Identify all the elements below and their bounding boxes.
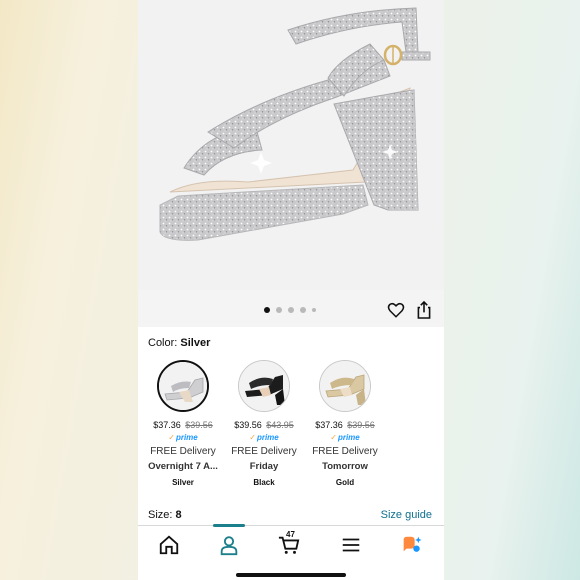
menu-icon[interactable]	[340, 534, 362, 556]
pagination-dot[interactable]	[288, 307, 294, 313]
pagination-dot[interactable]	[312, 308, 316, 312]
price: $37.36	[315, 420, 343, 430]
prime-badge: ✓prime	[249, 433, 279, 442]
prime-badge: ✓prime	[330, 433, 360, 442]
variant-thumbnail[interactable]	[319, 360, 371, 412]
rufus-assistant-icon[interactable]	[400, 534, 422, 556]
home-icon[interactable]	[158, 534, 180, 556]
selected-size: 8	[175, 509, 182, 521]
phone-screen: Color: Silver $37.36 $39.56 ✓prime FREE …	[138, 0, 444, 580]
variant-silver[interactable]: $37.36 $39.56 ✓prime FREE Delivery Overn…	[143, 360, 223, 487]
size-guide-link[interactable]: Size guide	[381, 509, 432, 521]
product-image[interactable]	[138, 0, 444, 290]
selected-color: Silver	[180, 337, 211, 349]
delivery-day: Overnight 7 A...	[148, 461, 218, 472]
delivery-day: Tomorrow	[322, 461, 368, 472]
delivery-text: FREE Delivery	[231, 446, 297, 457]
delivery-day: Friday	[249, 461, 279, 472]
delivery-text: FREE Delivery	[312, 446, 378, 457]
variant-name: Silver	[172, 478, 194, 487]
list-price: $39.56	[185, 420, 213, 430]
cart-button[interactable]: 47	[278, 530, 300, 556]
prime-label: prime	[256, 433, 279, 442]
bottom-nav: 47	[138, 524, 444, 580]
variant-gold[interactable]: $37.36 $39.56 ✓prime FREE Delivery Tomor…	[305, 360, 385, 487]
prime-badge: ✓prime	[168, 433, 198, 442]
pagination-dot[interactable]	[300, 307, 306, 313]
pagination-dot[interactable]	[264, 307, 270, 313]
cart-count: 47	[286, 530, 295, 539]
delivery-text: FREE Delivery	[150, 446, 216, 457]
heart-icon[interactable]	[387, 301, 405, 319]
prime-label: prime	[175, 433, 198, 442]
variant-thumbnail[interactable]	[238, 360, 290, 412]
active-tab-indicator	[213, 524, 245, 527]
variant-thumbnail[interactable]	[157, 360, 209, 412]
variant-price: $37.36 $39.56	[305, 420, 385, 430]
price: $39.56	[234, 420, 262, 430]
variant-black[interactable]: $39.56 $43.95 ✓prime FREE Delivery Frida…	[224, 360, 304, 487]
color-selector-label: Color: Silver	[148, 337, 210, 349]
variant-price: $39.56 $43.95	[224, 420, 304, 430]
product-gallery[interactable]	[138, 0, 444, 327]
list-price: $43.95	[266, 420, 294, 430]
size-selector-label[interactable]: Size: 8	[148, 509, 182, 521]
gallery-pagination[interactable]	[264, 307, 316, 313]
share-icon[interactable]	[416, 300, 432, 320]
color-label: Color:	[148, 337, 178, 349]
account-icon[interactable]	[218, 534, 240, 556]
pagination-dot[interactable]	[276, 307, 282, 313]
home-indicator	[236, 573, 346, 577]
variant-name: Black	[253, 478, 275, 487]
variant-name: Gold	[335, 478, 355, 487]
size-label: Size:	[148, 509, 173, 521]
prime-label: prime	[337, 433, 360, 442]
variant-price: $37.36 $39.56	[143, 420, 223, 430]
price: $37.36	[153, 420, 181, 430]
list-price: $39.56	[347, 420, 375, 430]
color-variants: $37.36 $39.56 ✓prime FREE Delivery Overn…	[138, 360, 444, 490]
